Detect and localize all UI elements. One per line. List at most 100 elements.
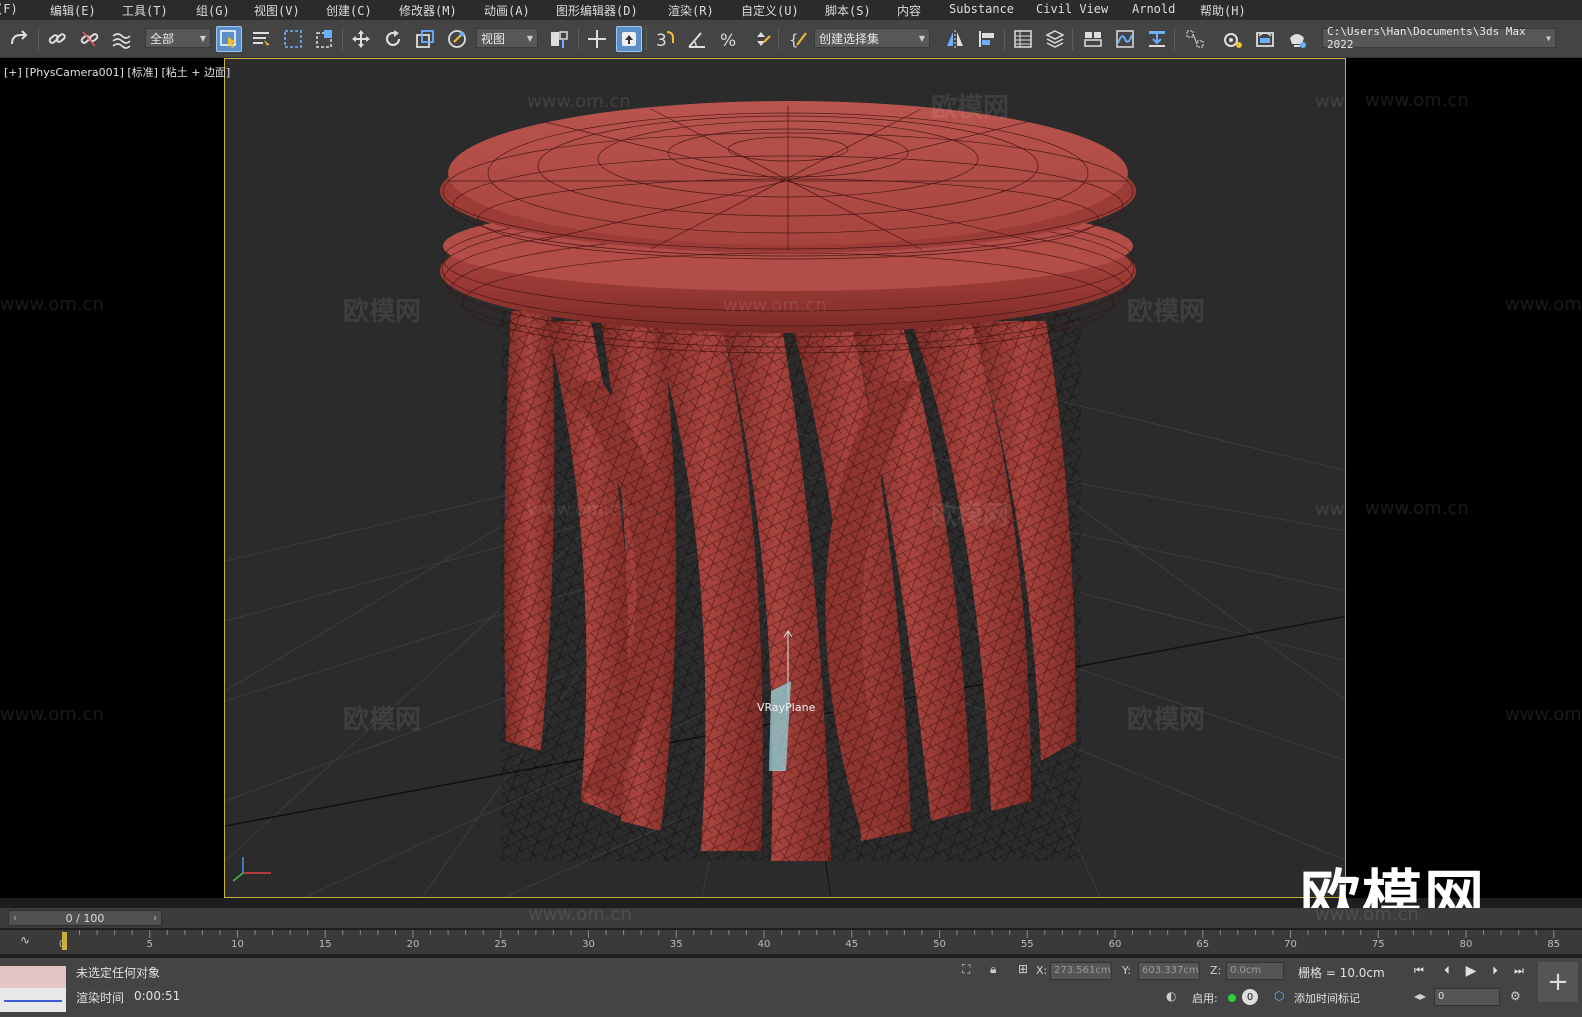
go-to-start-icon[interactable]: ⏮ [1408,962,1430,980]
status-dot [1228,994,1236,1002]
time-slider-thumb[interactable]: ‹ 0 / 100 › [8,910,162,926]
selection-lock-icon[interactable]: 🔒︎ [990,962,996,977]
z-coordinate-field[interactable]: 0.0cm [1226,962,1284,980]
unlink-icon[interactable] [76,26,102,52]
redo-icon[interactable] [6,26,32,52]
watermark-url: www.om.cn [1315,904,1419,925]
add-time-tag-plus-icon[interactable]: + [1538,962,1578,1002]
maxscript-mini-listener[interactable] [0,966,66,1012]
curve-editor-icon[interactable] [1112,26,1138,52]
play-icon[interactable]: ▶ [1460,962,1482,980]
watermark: 欧模网 [1127,297,1206,327]
reference-coord-dropdown[interactable]: 视图 ▼ [476,28,538,48]
place-icon[interactable] [444,26,470,52]
menu-item[interactable]: 内容 [897,2,921,19]
track-bar[interactable]: ∿ 0510152025303540455055606570758085 [0,930,1582,954]
curve-editor-mini-icon[interactable]: ∿ [20,933,30,947]
menu-item[interactable]: 自定义(U) [741,2,799,19]
menu-item[interactable]: 编辑(E) [50,2,96,19]
next-key-icon[interactable]: ⏵ [1484,962,1506,980]
window-crossing-icon[interactable] [312,26,338,52]
angle-snap-icon[interactable] [684,26,710,52]
ribbon-toggle-icon[interactable] [1080,26,1106,52]
current-frame-field[interactable]: 0 [1434,988,1500,1006]
material-editor-icon[interactable] [1182,26,1208,52]
main-toolbar: 全部 ▼ 视图 ▼ 3 % { 创建选择集 ▼ C:\Users\Han\Docume… [0,20,1582,58]
scale-icon[interactable] [412,26,438,52]
scene-explorer-icon[interactable] [1010,26,1036,52]
mirror-icon[interactable] [942,26,968,52]
frame-display: 0 / 100 [65,911,105,925]
menu-item[interactable]: 渲染(R) [668,2,714,19]
enable-count-badge[interactable]: 0 [1242,989,1258,1005]
grid-spacing: 栅格 = 10.0cm [1298,966,1385,980]
render-setup-icon[interactable] [1220,26,1246,52]
timeline-tick-label: 30 [582,939,595,950]
timeline-tick-label: 15 [318,939,332,950]
object-label: VRayPlane [757,701,816,714]
add-time-tag-label[interactable]: 添加时间标记 [1294,990,1360,1006]
selection-filter-dropdown[interactable]: 全部 ▼ [145,28,211,48]
rendered-frame-window-icon[interactable] [1252,26,1278,52]
menu-item[interactable]: Arnold [1132,2,1175,16]
pivot-center-icon[interactable] [546,26,572,52]
project-folder-dropdown[interactable]: C:\Users\Han\Documents\3ds Max 2022 ▼ [1322,25,1556,51]
adaptive-degradation-icon[interactable]: ◐ [1166,989,1176,1003]
percent-snap-icon[interactable]: % [716,26,742,52]
time-slider[interactable]: ‹ 0 / 100 › www.om.cn www.om.cn [0,904,1582,928]
time-tag-icon[interactable]: ⬡ [1274,989,1284,1003]
next-frame-icon[interactable]: › [149,911,161,925]
menu-item[interactable]: 脚本(S) [825,2,871,19]
select-manipulate-icon[interactable] [584,26,610,52]
viewport-letterbox-left [0,58,224,898]
select-by-name-icon[interactable] [248,26,274,52]
layer-explorer-icon[interactable] [1042,26,1068,52]
x-label: X: [1036,964,1048,977]
menu-item[interactable]: 视图(V) [254,2,300,19]
render-time-value: 0:00:51 [134,989,181,1003]
absolute-mode-icon[interactable]: ⊞ [1018,962,1028,976]
y-coordinate-field[interactable]: 603.337cm [1138,962,1200,980]
schematic-view-icon[interactable] [1144,26,1170,52]
svg-text:3: 3 [656,31,667,50]
spinner-snap-icon[interactable] [748,26,774,52]
menu-item[interactable]: 创建(C) [326,2,372,19]
menu-item[interactable]: Substance [949,2,1014,16]
axis-tripod-icon [232,857,271,882]
menu-item[interactable]: 动画(A) [484,2,530,19]
prev-frame-icon[interactable]: ‹ [9,911,21,925]
bind-spacewarp-icon[interactable] [108,26,134,52]
render-production-icon[interactable] [1284,26,1310,52]
move-icon[interactable] [348,26,374,52]
named-selection-dropdown[interactable]: 创建选择集 ▼ [814,28,930,48]
render-time-label: 渲染时间 [76,991,125,1005]
previous-key-icon[interactable]: ⏴ [1436,962,1458,980]
edit-named-selection-icon[interactable]: { [786,26,812,52]
rectangular-selection-icon[interactable] [280,26,306,52]
menu-item[interactable]: Civil View [1036,2,1108,16]
keyboard-shortcut-override-icon[interactable] [616,26,642,52]
menu-item[interactable]: 组(G) [196,2,230,19]
align-icon[interactable] [974,26,1000,52]
watermark-url: www.om.cn [1315,91,1345,112]
menu-item[interactable]: 帮助(H) [1200,2,1246,19]
snaps-toggle-icon[interactable]: 3 [652,26,678,52]
menu-item[interactable]: 图形编辑器(D) [556,2,638,19]
viewport-label[interactable]: [+] [PhysCamera001] [标准] [粘土 + 边面] [4,64,230,80]
isolate-selection-icon[interactable]: ⛶ [962,962,970,977]
timeline-tick-label: 50 [933,939,946,950]
link-icon[interactable] [44,26,70,52]
menu-item[interactable]: (F) [0,2,18,16]
go-to-end-icon[interactable]: ⏭ [1508,962,1530,980]
time-config-icon[interactable]: ⚙ [1510,989,1521,1003]
selection-status: 未选定任何对象 [76,966,161,980]
menu-item[interactable]: 工具(T) [122,2,168,19]
menu-item[interactable]: 修改器(M) [399,2,457,19]
camera-viewport[interactable]: VRayPlane 欧模网 www.om.cn 欧模网 www.om.cn 欧模… [224,58,1346,898]
select-object-icon[interactable] [216,26,242,52]
x-coordinate-field[interactable]: 273.561cm [1050,962,1112,980]
rotate-icon[interactable] [380,26,406,52]
watermark-url: www.om.cn [1365,90,1469,111]
timeline-tick-label: 75 [1371,939,1385,950]
time-cursor[interactable] [62,932,67,950]
